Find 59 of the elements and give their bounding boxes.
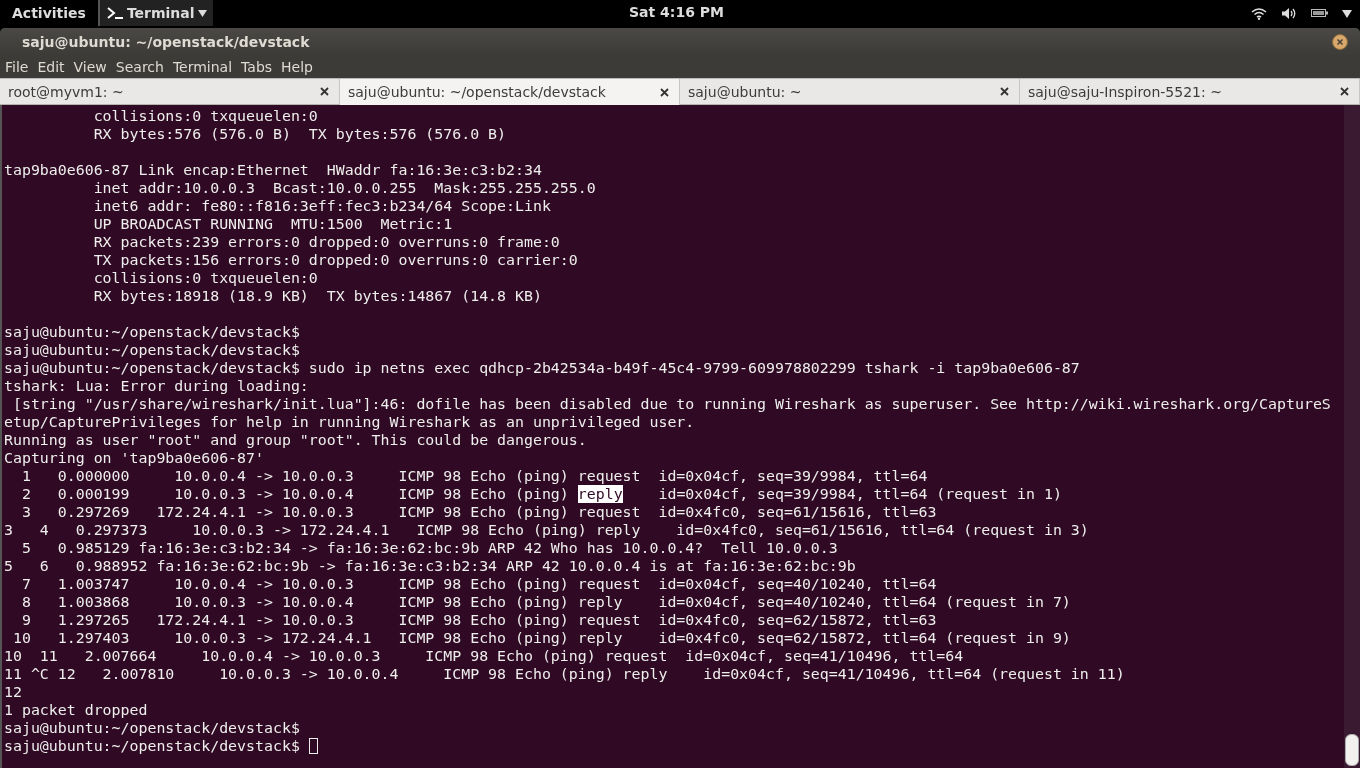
terminal-line: tap9ba0e606-87 Link encap:Ethernet HWaddr fa:16:3e:c3:b2:34 [4,161,542,179]
menu-item[interactable]: Edit [37,59,70,75]
tab[interactable]: saju@ubuntu: ~/openstack/devstack [340,79,680,105]
terminal-line: etup/CapturePrivileges for help in running Wireshark as an unprivileged user. [4,413,695,431]
window-title: saju@ubuntu: ~/openstack/devstack [22,34,310,50]
terminal-line: 7 1.003747 10.0.0.4 -> 10.0.0.3 ICMP 98 Echo (ping) request id=0x04cf, seq=40/10240, ttl=64 [20,575,937,593]
terminal-line: 5 6 0.988952 fa:16:3e:62:bc:9b -> fa:16:3e:c3:b2:34 ARP 42 10.0.0.4 is at fa:16:3e:62:bc:9b [4,557,856,575]
close-icon[interactable] [320,87,329,96]
terminal-line: saju@ubuntu:~/openstack/devstack$ [4,323,300,341]
terminal-line: 8 1.003868 10.0.0.3 -> 10.0.0.4 ICMP 98 Echo (ping) reply id=0x04cf, seq=40/10240, ttl=64 (request in 7) [20,593,1071,611]
volume-icon[interactable] [1281,6,1297,20]
cursor [308,738,318,754]
menu-item[interactable]: File [5,59,34,75]
close-icon[interactable] [1340,87,1349,96]
terminal-line: RX packets:239 errors:0 dropped:0 overruns:0 frame:0 [92,233,560,251]
close-icon[interactable] [1000,87,1009,96]
menu-item[interactable]: Help [281,59,318,75]
terminal-line: [string "/usr/share/wireshark/init.lua"]:46: dofile has been disabled due to running Wireshark as superuser. See http://wiki.wireshark.org/CaptureS [11,395,1331,413]
terminal-line: saju@ubuntu:~/openstack/devstack$ [4,737,301,755]
terminal-line: inet addr:10.0.0.3 Bcast:10.0.0.255 Mask:255.255.255.0 [92,179,596,197]
terminal-line: 3 4 0.297373 10.0.0.3 -> 172.24.4.1 ICMP 98 Echo (ping) reply id=0x4fc0, seq=61/15616, ttl=64 (request in 3) [4,521,1089,539]
scrollbar[interactable] [1344,105,1360,768]
terminal-line: 11 ^C 12 2.007810 10.0.0.3 -> 10.0.0.4 ICMP 98 Echo (ping) reply id=0x04cf, seq=41/10496, ttl=64 (request in 11) [4,665,1125,683]
menu-item[interactable]: Terminal [172,59,238,75]
terminal-line: RX bytes:576 (576.0 B) TX bytes:576 (576.0 B) [92,125,507,143]
terminal-line: saju@ubuntu:~/openstack/devstack$ [4,719,300,737]
terminal-line: 2 0.000199 10.0.0.3 -> 10.0.0.4 ICMP 98 Echo (ping) reply id=0x04cf, seq=39/9984, ttl=64 (request in 1) [20,485,1062,503]
terminal-line: tshark: Lua: Error during loading: [4,377,309,395]
terminal-line: 9 1.297265 172.24.4.1 -> 10.0.0.3 ICMP 98 Echo (ping) request id=0x4fc0, seq=62/15872, ttl=63 [20,611,937,629]
terminal-line: 10 1.297403 10.0.0.3 -> 172.24.4.1 ICMP 98 Echo (ping) reply id=0x4fc0, seq=62/15872, ttl=64 (request in 9) [11,629,1071,647]
terminal-line: UP BROADCAST RUNNING MTU:1500 Metric:1 [92,215,453,233]
terminal-line: collisions:0 txqueuelen:0 [92,107,318,125]
terminal-line: RX bytes:18918 (18.9 KB) TX bytes:14867 (14.8 KB) [92,287,542,305]
terminal-line: TX packets:156 errors:0 dropped:0 overruns:0 carrier:0 [92,251,578,269]
terminal-line: saju@ubuntu:~/openstack/devstack$ sudo ip netns exec qdhcp-2b42534a-b49f-45c4-9799-609978802299 tshark -i tap9ba0e606-87 [4,359,1080,377]
terminal-line: collisions:0 txqueuelen:0 [92,269,318,287]
battery-icon[interactable] [1311,8,1328,18]
terminal-line: 5 0.985129 fa:16:3e:c3:b2:34 -> fa:16:3e:62:bc:9b ARP 42 Who has 10.0.0.4? Tell 10.0.0.3 [20,539,838,557]
terminal-icon [105,5,124,21]
caret-icon [197,9,207,17]
menu-item[interactable]: Search [115,59,169,75]
terminal-line: 1 0.000000 10.0.0.4 -> 10.0.0.3 ICMP 98 Echo (ping) request id=0x04cf, seq=39/9984, ttl=64 [20,467,928,485]
terminal-line: 10 11 2.007664 10.0.0.4 -> 10.0.0.3 ICMP 98 Echo (ping) request id=0x04cf, seq=41/10496, ttl=64 [4,647,964,665]
terminal-line: saju@ubuntu:~/openstack/devstack$ [4,341,300,359]
terminal-line: 1 packet dropped [4,701,148,719]
close-icon[interactable] [1332,34,1348,50]
activities-button[interactable]: Activities [0,5,98,21]
menu-item[interactable]: Tabs [241,59,278,75]
wifi-icon[interactable] [1251,6,1267,20]
terminal-line: 12 [4,683,22,701]
clock[interactable]: Sat 4:16 PM [629,4,724,20]
terminal-line: Running as user "root" and group "root". This could be dangerous. [4,431,587,449]
terminal-line: inet6 addr: fe80::f816:3eff:fec3:b234/64 Scope:Link [92,197,551,215]
terminal-line: 3 0.297269 172.24.4.1 -> 10.0.0.3 ICMP 98 Echo (ping) request id=0x4fc0, seq=61/15616, ttl=63 [20,503,937,521]
terminal-line: Capturing on 'tap9ba0e606-87' [4,449,264,467]
caret-icon[interactable] [1342,8,1352,18]
menu-item[interactable]: View [73,59,112,75]
close-icon[interactable] [660,87,669,97]
app-menu[interactable]: Terminal [97,0,213,26]
